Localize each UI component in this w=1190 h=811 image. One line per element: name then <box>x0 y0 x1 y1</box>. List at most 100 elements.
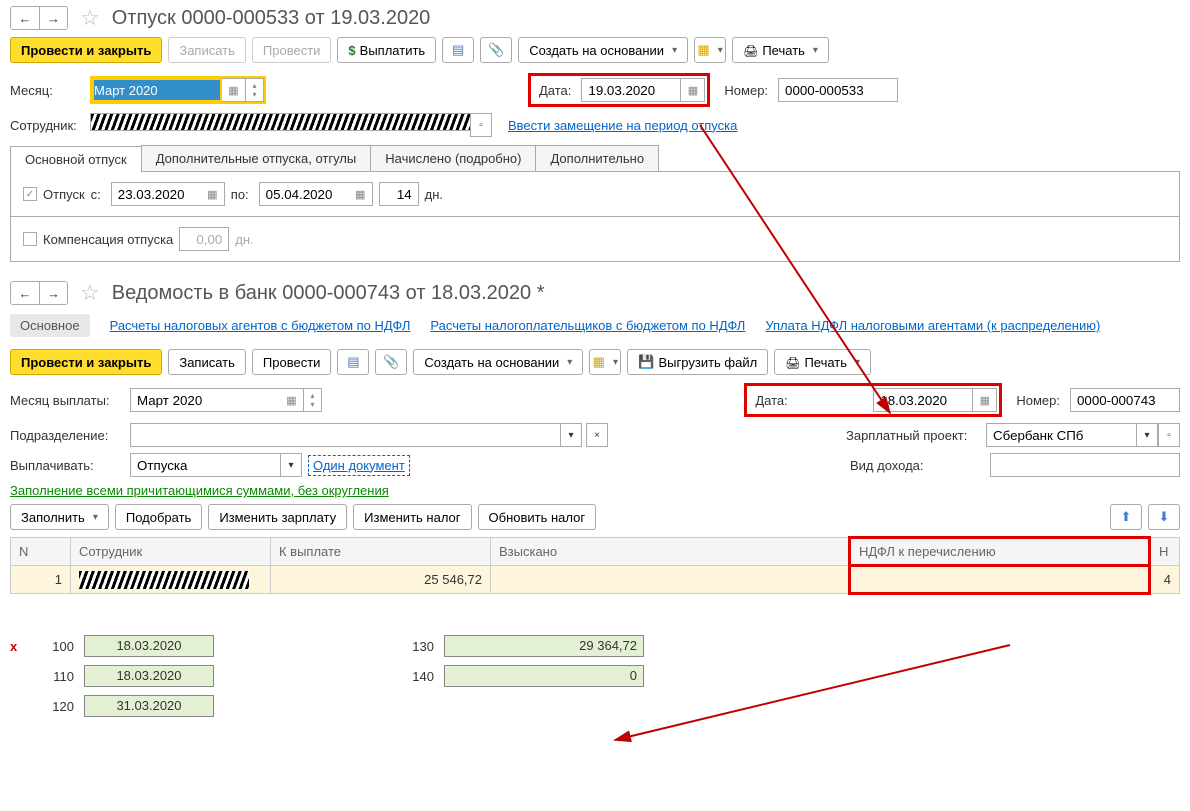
compensation-input[interactable] <box>179 227 229 251</box>
list-icon-button[interactable]: ▤ <box>442 37 474 63</box>
pay-month-label: Месяц выплаты: <box>10 393 120 408</box>
create-based-button[interactable]: Создать на основании <box>518 37 688 63</box>
linkbar-l1[interactable]: Расчеты налоговых агентов с бюджетом по … <box>110 318 411 333</box>
calendar-icon[interactable]: ▦ <box>973 388 997 412</box>
col-levied[interactable]: Взыскано <box>491 538 850 566</box>
nav-group-2: ← → <box>10 281 68 305</box>
linkbar-main[interactable]: Основное <box>10 314 90 337</box>
col-ndfl[interactable]: НДФЛ к перечислению <box>850 538 1150 566</box>
pay-type-input[interactable] <box>130 453 280 477</box>
report-icon-button[interactable]: ▦ <box>589 349 621 375</box>
report-icon-button[interactable]: ▦ <box>694 37 726 63</box>
days-input[interactable] <box>379 182 419 206</box>
employee-input[interactable] <box>90 113 470 131</box>
create-based-button-2[interactable]: Создать на основании <box>413 349 583 375</box>
project-input[interactable] <box>986 423 1136 447</box>
move-up-button[interactable]: ⬆ <box>1110 504 1142 530</box>
printer-icon <box>785 355 800 370</box>
col-employee[interactable]: Сотрудник <box>71 538 271 566</box>
project-label: Зарплатный проект: <box>846 428 976 443</box>
linkbar-l3[interactable]: Уплата НДФЛ налоговыми агентами (к распр… <box>765 318 1100 333</box>
printer-icon <box>743 43 758 58</box>
ndfl-cell <box>850 566 1150 594</box>
income-input[interactable] <box>990 453 1180 477</box>
favorite-icon[interactable]: ☆ <box>80 280 100 306</box>
pay-button[interactable]: $Выплатить <box>337 37 436 63</box>
print-button[interactable]: Печать <box>732 37 829 63</box>
from-date-input[interactable] <box>111 182 201 206</box>
doc2-date-input[interactable] <box>873 388 973 412</box>
calendar-icon[interactable]: ▦ <box>222 78 246 102</box>
export-file-button[interactable]: 💾Выгрузить файл <box>627 349 768 375</box>
print-button-2[interactable]: Печать <box>774 349 871 375</box>
save-button[interactable]: Записать <box>168 37 246 63</box>
post-button-2[interactable]: Провести <box>252 349 332 375</box>
col-n[interactable]: N <box>11 538 71 566</box>
month-label: Месяц: <box>10 83 80 98</box>
nav-back-button[interactable]: ← <box>11 282 39 304</box>
col-last[interactable]: Н <box>1150 538 1180 566</box>
update-tax-button[interactable]: Обновить налог <box>478 504 597 530</box>
fill-button[interactable]: Заполнить <box>10 504 109 530</box>
linkbar-l2[interactable]: Расчеты налогоплательщиков с бюджетом по… <box>430 318 745 333</box>
compensation-checkbox[interactable] <box>23 232 37 246</box>
post-button[interactable]: Провести <box>252 37 332 63</box>
calendar-icon[interactable]: ▦ <box>681 78 705 102</box>
change-tax-button[interactable]: Изменить налог <box>353 504 471 530</box>
to-date-input[interactable] <box>259 182 349 206</box>
calendar-icon[interactable]: ▦ <box>280 388 304 412</box>
delete-icon[interactable]: x <box>10 639 24 654</box>
tax-120-value[interactable]: 31.03.2020 <box>84 695 214 717</box>
tab-additional[interactable]: Дополнительно <box>535 145 659 171</box>
tab-accrued[interactable]: Начислено (подробно) <box>370 145 536 171</box>
dept-select-button[interactable]: ▾ <box>560 423 582 447</box>
dept-label: Подразделение: <box>10 428 120 443</box>
nav-forward-button[interactable]: → <box>39 7 67 29</box>
nav-forward-button[interactable]: → <box>39 282 67 304</box>
attach-icon-button[interactable]: 📎 <box>375 349 407 375</box>
dept-clear-button[interactable]: × <box>586 423 608 447</box>
doc1-title: Отпуск 0000-000533 от 19.03.2020 <box>112 7 431 30</box>
tax-110-value[interactable]: 18.03.2020 <box>84 665 214 687</box>
doc1-date-input[interactable] <box>581 78 681 102</box>
project-open-button[interactable]: ▫ <box>1158 423 1180 447</box>
pay-type-select[interactable]: ▾ <box>280 453 302 477</box>
change-salary-button[interactable]: Изменить зарплату <box>208 504 347 530</box>
project-select-button[interactable]: ▾ <box>1136 423 1158 447</box>
fill-settings-link[interactable]: Заполнение всеми причитающимися суммами,… <box>10 483 389 498</box>
tax-form: x10018.03.2020 11018.03.2020 12031.03.20… <box>10 635 1180 725</box>
one-document-link[interactable]: Один документ <box>308 455 410 476</box>
save-button-2[interactable]: Записать <box>168 349 246 375</box>
pay-cell: 25 546,72 <box>271 566 491 594</box>
table-row[interactable]: 1 25 546,72 4 <box>11 566 1180 594</box>
post-and-close-button-2[interactable]: Провести и закрыть <box>10 349 162 375</box>
tax-130-value[interactable]: 29 364,72 <box>444 635 644 657</box>
move-down-button[interactable]: ⬇ <box>1148 504 1180 530</box>
substitution-link[interactable]: Ввести замещение на период отпуска <box>508 118 737 133</box>
post-and-close-button[interactable]: Провести и закрыть <box>10 37 162 63</box>
nav-back-button[interactable]: ← <box>11 7 39 29</box>
doc2-number-input[interactable] <box>1070 388 1180 412</box>
tab-main-vacation[interactable]: Основной отпуск <box>10 146 142 172</box>
list-icon-button[interactable]: ▤ <box>337 349 369 375</box>
attach-icon-button[interactable]: 📎 <box>480 37 512 63</box>
month-spin[interactable]: ▴▾ <box>246 78 264 102</box>
tax-100-value[interactable]: 18.03.2020 <box>84 635 214 657</box>
doc1-tabs: Основной отпуск Дополнительные отпуска, … <box>10 145 1180 172</box>
income-label: Вид дохода: <box>850 458 980 473</box>
compensation-label: Компенсация отпуска <box>43 232 173 247</box>
doc1-number-input[interactable] <box>778 78 898 102</box>
vacation-checkbox[interactable]: ✓ <box>23 187 37 201</box>
favorite-icon[interactable]: ☆ <box>80 5 100 31</box>
month-spin[interactable]: ▴▾ <box>304 388 322 412</box>
tab-extra-vacation[interactable]: Дополнительные отпуска, отгулы <box>141 145 372 171</box>
col-pay[interactable]: К выплате <box>271 538 491 566</box>
month-input[interactable]: Март 2020 <box>92 78 222 102</box>
pick-button[interactable]: Подобрать <box>115 504 202 530</box>
pay-month-input[interactable] <box>130 388 280 412</box>
employee-label: Сотрудник: <box>10 118 80 133</box>
dept-input[interactable] <box>130 423 560 447</box>
employee-open-button[interactable]: ▫ <box>470 113 492 137</box>
tax-140-value[interactable]: 0 <box>444 665 644 687</box>
date-label: Дата: <box>533 83 577 98</box>
